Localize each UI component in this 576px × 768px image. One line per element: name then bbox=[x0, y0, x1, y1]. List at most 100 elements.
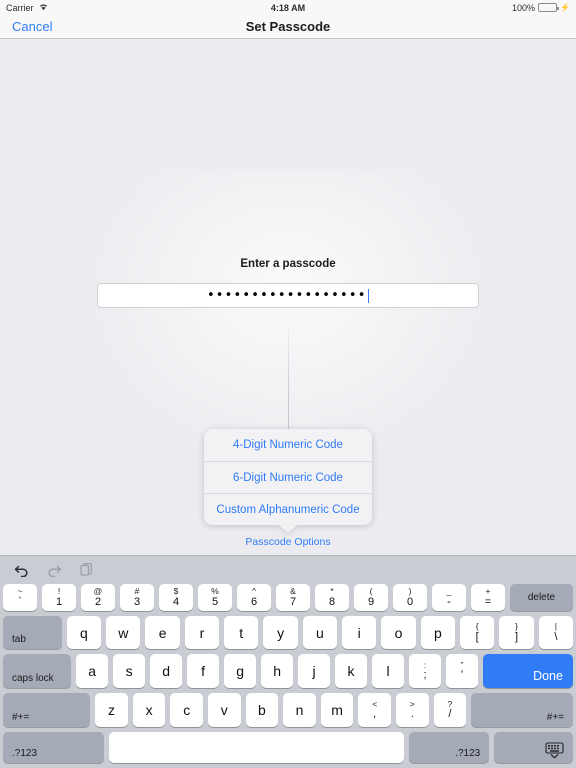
paste-icon[interactable] bbox=[80, 563, 93, 577]
ios-screen: Carrier 4:18 AM 100% ⚡ Cancel Set Passco… bbox=[0, 0, 576, 768]
text-caret bbox=[367, 288, 370, 303]
key-sub: 7 bbox=[289, 595, 297, 608]
key-bracket-right[interactable]: } ] bbox=[499, 616, 534, 649]
popover-arrow bbox=[279, 525, 297, 533]
key-sup: ^ bbox=[252, 586, 256, 597]
key-7[interactable]: & 7 bbox=[276, 584, 310, 611]
key-sup: ? bbox=[447, 698, 453, 709]
key-1[interactable]: ! 1 bbox=[42, 584, 76, 611]
key-z[interactable]: z bbox=[95, 693, 128, 727]
key-t[interactable]: t bbox=[224, 616, 259, 649]
option-6-digit-numeric-code[interactable]: 6-Digit Numeric Code bbox=[204, 461, 372, 493]
key-comma[interactable]: < , bbox=[358, 693, 391, 727]
key-w[interactable]: w bbox=[106, 616, 141, 649]
key-s[interactable]: s bbox=[113, 654, 146, 688]
key-sup: ~ bbox=[17, 586, 23, 597]
key-8[interactable]: * 8 bbox=[315, 584, 349, 611]
key-sub: / bbox=[448, 708, 452, 721]
passcode-input[interactable]: •••••••••••••••••• bbox=[97, 283, 479, 308]
key-4[interactable]: $ 4 bbox=[159, 584, 193, 611]
status-bar-time: 4:18 AM bbox=[270, 2, 306, 13]
key-sub: , bbox=[373, 708, 377, 721]
key-sub: ’ bbox=[460, 669, 464, 682]
key-k[interactable]: k bbox=[335, 654, 368, 688]
key-sup: < bbox=[372, 698, 378, 709]
key-sup: @ bbox=[93, 586, 103, 597]
key-shift-left[interactable]: #+= bbox=[3, 693, 91, 727]
key-h[interactable]: h bbox=[261, 654, 294, 688]
key-sup: ) bbox=[408, 586, 412, 597]
key-d[interactable]: d bbox=[150, 654, 183, 688]
key-sup: > bbox=[409, 698, 415, 709]
key-j[interactable]: j bbox=[298, 654, 331, 688]
keyboard-row-bottom: #+= z x c v b n m < , > . ? / #+= bbox=[0, 693, 576, 727]
key-sub: 0 bbox=[406, 595, 414, 608]
key-semicolon[interactable]: : ; bbox=[409, 654, 442, 688]
key-sup: ! bbox=[57, 586, 61, 597]
keyboard-row-top: tab q w e r t y u i o p { [ } ] | \ bbox=[0, 616, 576, 649]
option-4-digit-numeric-code[interactable]: 4-Digit Numeric Code bbox=[204, 429, 372, 461]
key-c[interactable]: c bbox=[170, 693, 203, 727]
passcode-prompt-label: Enter a passcode bbox=[240, 258, 336, 270]
key-sup: # bbox=[134, 586, 140, 597]
key-y[interactable]: y bbox=[263, 616, 298, 649]
redo-icon[interactable] bbox=[47, 564, 62, 577]
key-g[interactable]: g bbox=[224, 654, 257, 688]
key-e[interactable]: e bbox=[145, 616, 180, 649]
key-o[interactable]: o bbox=[381, 616, 416, 649]
key-sub: 1 bbox=[55, 595, 63, 608]
key-slash[interactable]: ? / bbox=[433, 693, 467, 727]
key-shift-right[interactable]: #+= bbox=[471, 693, 574, 727]
key-sub: ` bbox=[18, 595, 22, 608]
key-delete[interactable]: delete bbox=[510, 584, 573, 611]
key-f[interactable]: f bbox=[187, 654, 220, 688]
key-backslash[interactable]: | \ bbox=[538, 616, 574, 649]
option-custom-alphanumeric-code[interactable]: Custom Alphanumeric Code bbox=[204, 493, 372, 525]
key-u[interactable]: u bbox=[302, 616, 338, 649]
key-sup: ” bbox=[460, 659, 464, 670]
key-m[interactable]: m bbox=[320, 693, 354, 727]
key-i[interactable]: i bbox=[342, 616, 377, 649]
key-sub: [ bbox=[475, 630, 479, 643]
key-3[interactable]: # 3 bbox=[120, 584, 154, 611]
key-p[interactable]: p bbox=[420, 616, 456, 649]
passcode-options-button[interactable]: Passcode Options bbox=[0, 536, 576, 548]
key-tab[interactable]: tab bbox=[3, 616, 62, 649]
undo-icon[interactable] bbox=[14, 564, 29, 577]
keyboard-row-numbers: ~ ` ! 1 @ 2 # 3 $ 4 % 5 ^ 6 & 7 * 8 (9 … bbox=[0, 584, 576, 611]
key-tilde-backtick[interactable]: ~ ` bbox=[3, 584, 37, 611]
key-l[interactable]: l bbox=[372, 654, 405, 688]
key-b[interactable]: b bbox=[245, 693, 279, 727]
key-sup: | bbox=[554, 621, 557, 632]
key-0[interactable]: ) 0 bbox=[393, 584, 427, 611]
key-sup: _ bbox=[446, 586, 452, 597]
key-period[interactable]: > . bbox=[395, 693, 429, 727]
key-numeric-right[interactable]: .?123 bbox=[408, 732, 490, 763]
key-sup: : bbox=[423, 659, 427, 670]
key-caps-lock[interactable]: caps lock bbox=[3, 654, 72, 688]
key-space[interactable] bbox=[109, 732, 404, 763]
key-equals[interactable]: + = bbox=[471, 584, 505, 611]
key-sub: 9 bbox=[367, 595, 375, 608]
key-sup: { bbox=[475, 621, 479, 632]
key-n[interactable]: n bbox=[283, 693, 316, 727]
key-v[interactable]: v bbox=[208, 693, 241, 727]
key-9[interactable]: ( 9 bbox=[354, 584, 388, 611]
key-quote[interactable]: ” ’ bbox=[446, 654, 478, 688]
key-done[interactable]: Done bbox=[483, 654, 573, 688]
hide-keyboard-icon[interactable] bbox=[494, 732, 573, 763]
key-5[interactable]: % 5 bbox=[198, 584, 232, 611]
key-hyphen[interactable]: _ - bbox=[432, 584, 466, 611]
key-r[interactable]: r bbox=[184, 616, 220, 649]
key-x[interactable]: x bbox=[132, 693, 166, 727]
key-q[interactable]: q bbox=[66, 616, 102, 649]
background-glow bbox=[73, 169, 503, 469]
key-bracket-left[interactable]: { [ bbox=[460, 616, 495, 649]
keyboard-toolbar bbox=[0, 556, 576, 584]
key-a[interactable]: a bbox=[76, 654, 109, 688]
key-sub: - bbox=[447, 595, 451, 608]
key-6[interactable]: ^ 6 bbox=[237, 584, 271, 611]
key-2[interactable]: @ 2 bbox=[81, 584, 115, 611]
content-area: Enter a passcode •••••••••••••••••• 4-Di… bbox=[0, 39, 576, 555]
key-numeric-left[interactable]: .?123 bbox=[3, 732, 105, 763]
